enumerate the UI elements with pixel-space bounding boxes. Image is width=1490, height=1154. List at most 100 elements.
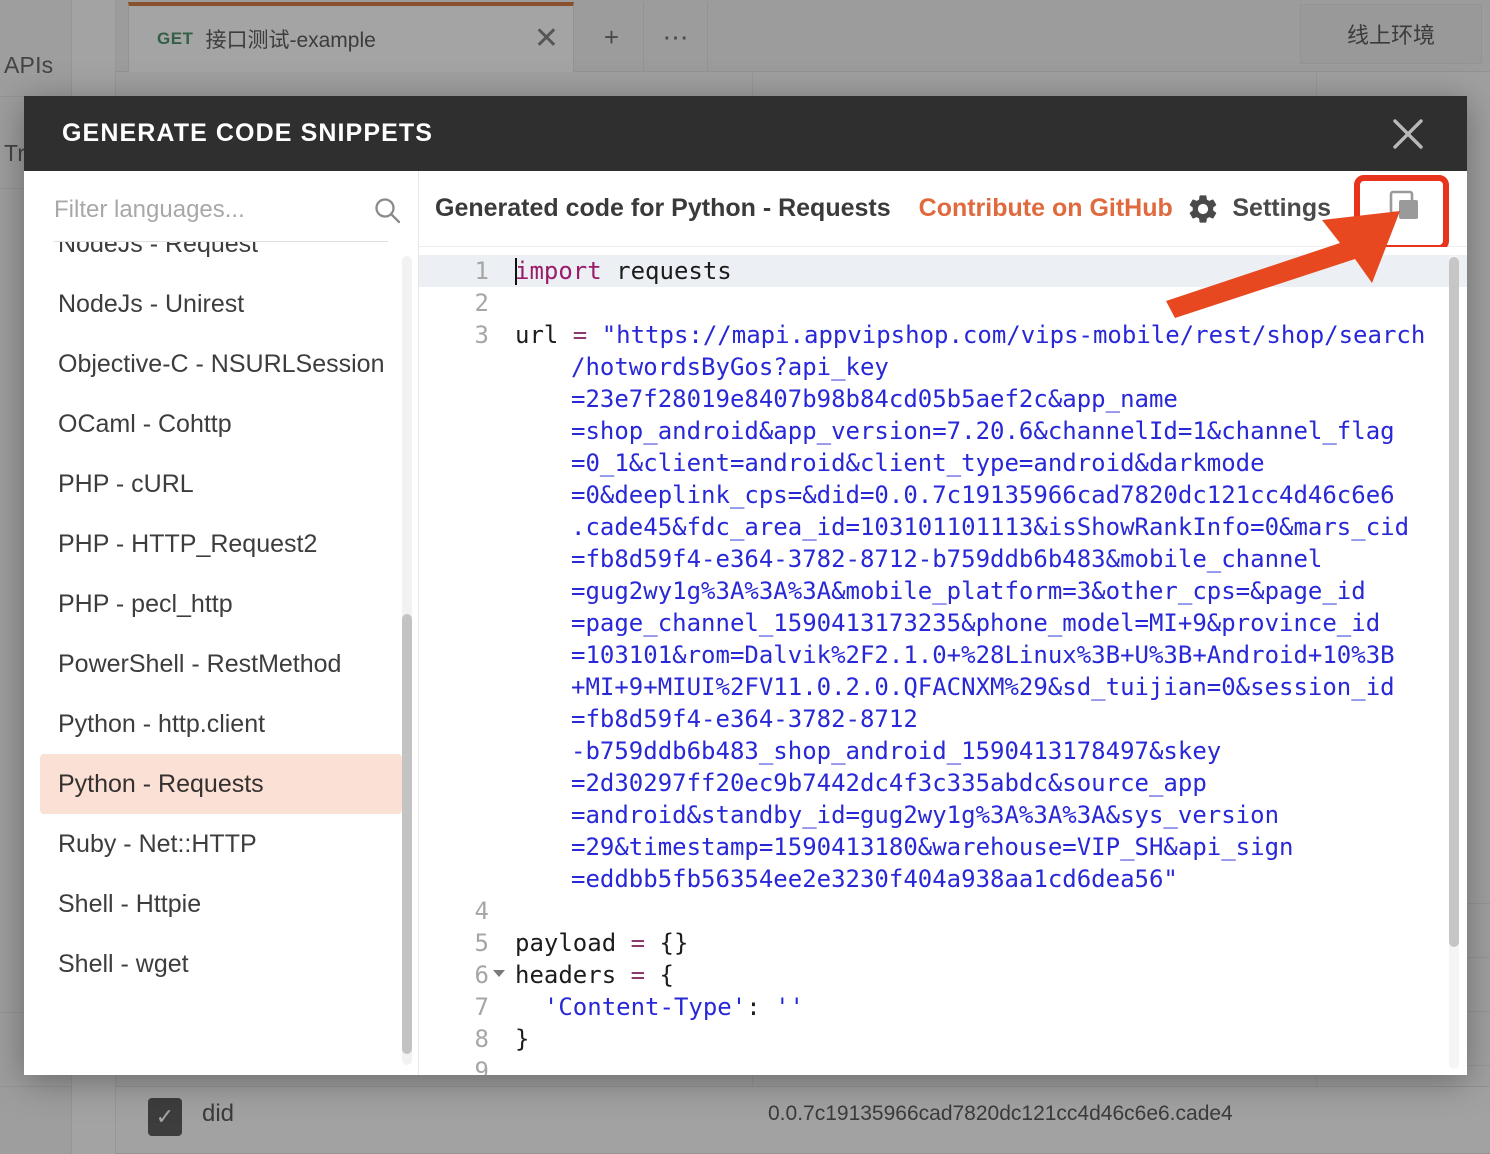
language-list-item[interactable]: Shell - wget xyxy=(40,934,402,994)
line-number: 9 xyxy=(474,1057,489,1075)
copy-to-clipboard-button[interactable] xyxy=(1363,171,1445,246)
language-list-item[interactable]: Objective-C - NSURLSession xyxy=(40,334,402,394)
language-list-item[interactable]: PHP - cURL xyxy=(40,454,402,514)
code-token: { xyxy=(645,961,674,989)
language-list-scrollbar-thumb[interactable] xyxy=(402,614,412,1054)
copy-icon xyxy=(1384,186,1424,231)
code-token: requests xyxy=(601,257,732,285)
line-number xyxy=(419,447,507,479)
line-number xyxy=(419,703,507,735)
code-line: } xyxy=(507,1023,1467,1055)
code-editor[interactable]: 12 3 4 567 8 9 import requests url = "https://… xyxy=(419,247,1467,1075)
language-list-item[interactable]: Ruby - Net::HTTP xyxy=(40,814,402,874)
line-number: 4 xyxy=(474,897,489,925)
text-cursor xyxy=(515,258,517,285)
code-line-wrapped: +MI+9+MIUI%2FV11.0.2.0.QFACNXM%29&sd_tui… xyxy=(571,673,1395,701)
code-line: 'Content-Type': '' xyxy=(507,991,1467,1023)
code-token: = xyxy=(630,929,646,957)
code-content[interactable]: import requests url = "https://mapi.appvi… xyxy=(507,247,1467,1075)
line-number xyxy=(419,639,507,671)
code-line-wrapped: .cade45&fdc_area_id=103101101113&isShowR… xyxy=(571,513,1410,541)
code-line: headers = { xyxy=(507,959,1467,991)
line-number xyxy=(419,415,507,447)
code-token: {} xyxy=(645,929,689,957)
generated-code-label: Generated code for Python - Requests xyxy=(435,194,891,222)
language-list-item[interactable]: OCaml - Cohttp xyxy=(40,394,402,454)
language-list-pane: NodeJs - RequestNodeJs - UnirestObjectiv… xyxy=(24,171,419,1075)
dialog-body: NodeJs - RequestNodeJs - UnirestObjectiv… xyxy=(24,171,1467,1075)
language-list[interactable]: NodeJs - Request NodeJs - Unirest Objectiv… xyxy=(24,242,418,1075)
line-number: 2 xyxy=(474,289,489,317)
code-line-wrapped: =fb8d59f4-e364-3782-8712 xyxy=(571,705,918,733)
language-list-item[interactable]: Python - http.client xyxy=(40,694,402,754)
code-line-wrapped: =eddbb5fb56354ee2e3230f404a938aa1cd6dea5… xyxy=(571,865,1178,893)
language-list-item[interactable]: PHP - HTTP_Request2 xyxy=(40,514,402,574)
line-number: 5 xyxy=(474,929,489,957)
code-line-wrapped: =page_channel_1590413173235&phone_model=… xyxy=(571,609,1381,637)
language-list-item[interactable]: PHP - pecl_http xyxy=(40,574,402,634)
search-icon[interactable] xyxy=(372,195,402,225)
line-number: 8 xyxy=(474,1025,489,1053)
code-token: '' xyxy=(775,993,805,1021)
code-token: "https://mapi.appvipshop.com/vips-mobile… xyxy=(587,321,1426,349)
line-number xyxy=(419,543,507,575)
code-token: payload xyxy=(515,929,631,957)
language-list-item[interactable]: Shell - Httpie xyxy=(40,874,402,934)
line-number: 1 xyxy=(419,255,507,287)
code-line-wrapped: -b759ddb6b483_shop_android_1590413178497… xyxy=(571,737,1222,765)
search-input[interactable] xyxy=(54,196,364,224)
code-line-wrapped: =fb8d59f4-e364-3782-8712-b759ddb6b483&mo… xyxy=(571,545,1323,573)
code-token: 'Content-Type' xyxy=(543,993,747,1021)
code-line-wrapped: =android&standby_id=gug2wy1g%3A%3A%3A&sy… xyxy=(571,801,1280,829)
code-toolbar: Generated code for Python - Requests Con… xyxy=(419,171,1467,247)
code-line-wrapped: =0&deeplink_cps=&did=0.0.7c19135966cad78… xyxy=(571,481,1395,509)
code-token: } xyxy=(515,1025,530,1053)
line-number xyxy=(419,863,507,895)
code-token: = xyxy=(630,961,646,989)
code-token: import xyxy=(515,257,602,285)
line-number-gutter: 12 3 4 567 8 9 xyxy=(419,247,507,1075)
filter-languages-row xyxy=(54,195,401,242)
line-number xyxy=(419,351,507,383)
language-list-item[interactable]: NodeJs - Unirest xyxy=(40,274,402,334)
language-list-item[interactable]: NodeJs - Request xyxy=(40,242,402,274)
line-number xyxy=(419,575,507,607)
line-number xyxy=(419,479,507,511)
language-list-item[interactable]: PowerShell - RestMethod xyxy=(40,634,402,694)
line-number xyxy=(419,767,507,799)
contribute-on-github-link[interactable]: Contribute on GitHub xyxy=(919,194,1173,223)
line-number xyxy=(419,511,507,543)
settings-button[interactable]: Settings xyxy=(1186,192,1331,226)
settings-label: Settings xyxy=(1232,194,1331,222)
code-line: url = "https://mapi.appvipshop.com/vips-… xyxy=(507,319,1467,351)
dialog-title: GENERATE CODE SNIPPETS xyxy=(62,119,434,147)
code-scrollbar-thumb[interactable] xyxy=(1449,257,1459,947)
code-line-wrapped: =103101&rom=Dalvik%2F2.1.0+%28Linux%3B+U… xyxy=(571,641,1395,669)
code-line-wrapped: =23e7f28019e8407b98b84cd05b5aef2c&app_na… xyxy=(571,385,1178,413)
line-number xyxy=(419,671,507,703)
language-list-item[interactable]: Python - Requests xyxy=(40,754,402,814)
close-icon[interactable] xyxy=(1385,111,1431,157)
code-line-wrapped: =29&timestamp=1590413180&warehouse=VIP_S… xyxy=(571,833,1294,861)
code-fold-toggle-icon[interactable] xyxy=(493,970,505,977)
code-line-wrapped: =shop_android&app_version=7.20.6&channel… xyxy=(571,417,1395,445)
code-line-wrapped: =gug2wy1g%3A%3A%3A&mobile_platform=3&oth… xyxy=(571,577,1366,605)
code-line-wrapped: /hotwordsByGos?api_key xyxy=(571,353,889,381)
gear-icon xyxy=(1186,192,1220,226)
line-number xyxy=(419,383,507,415)
code-line-wrapped: =2d30297ff20ec9b7442dc4f3c335abdc&source… xyxy=(571,769,1207,797)
code-line: payload = {} xyxy=(507,927,1467,959)
code-line-wrapped: =0_1&client=android&client_type=android&… xyxy=(571,449,1265,477)
code-token: url xyxy=(515,321,573,349)
generate-code-snippets-dialog: GENERATE CODE SNIPPETS NodeJs - RequestN… xyxy=(24,96,1467,1075)
line-number xyxy=(419,607,507,639)
line-number: 3 xyxy=(474,321,489,349)
code-token: = xyxy=(572,321,588,349)
code-line: import requests xyxy=(507,255,1467,287)
line-number xyxy=(419,799,507,831)
code-pane: Generated code for Python - Requests Con… xyxy=(419,171,1467,1075)
